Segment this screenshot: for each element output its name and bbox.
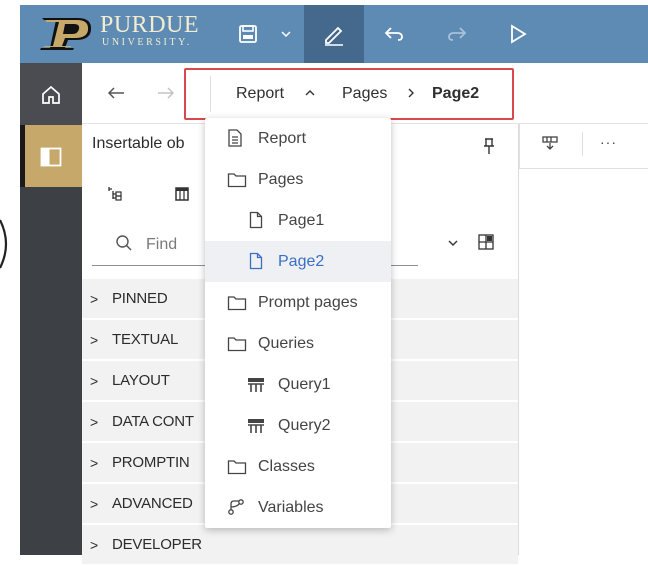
active-indicator: [20, 125, 25, 187]
search-input[interactable]: Find: [146, 236, 177, 254]
chevron-right-icon: >: [90, 414, 99, 430]
source-tree-icon[interactable]: [106, 185, 124, 203]
menu-item-page2[interactable]: Page2: [205, 241, 391, 282]
page-icon: [249, 211, 263, 229]
toolbox-icon[interactable]: [174, 186, 190, 202]
chevron-right-icon: >: [90, 373, 99, 389]
panel-title: Insertable ob: [92, 135, 185, 152]
menu-item-classes[interactable]: Classes: [205, 446, 391, 487]
back-arrow-icon[interactable]: [106, 85, 126, 101]
more-icon[interactable]: ···: [600, 134, 617, 150]
folder-icon: [227, 460, 247, 475]
chevron-right-icon: >: [90, 332, 99, 348]
logo-subtitle: UNIVERSITY.: [102, 37, 192, 48]
menu-item-query1[interactable]: Query1: [205, 364, 391, 405]
insert-column-icon[interactable]: [541, 135, 559, 151]
logo-wordmark: PURDUE: [100, 12, 200, 38]
query-icon: [248, 378, 264, 392]
folder-icon: [227, 337, 247, 352]
query-icon: [248, 419, 264, 433]
home-button[interactable]: [20, 63, 82, 125]
report-icon: [228, 129, 242, 147]
menu-item-query2[interactable]: Query2: [205, 405, 391, 446]
menu-item-variables[interactable]: Variables: [205, 487, 391, 528]
menu-item-prompt-pages[interactable]: Prompt pages: [205, 282, 391, 323]
folder-icon: [227, 296, 247, 311]
save-icon[interactable]: [234, 5, 262, 63]
view-grid-icon[interactable]: [477, 233, 495, 251]
page-icon: [249, 252, 263, 270]
chevron-down-icon[interactable]: [447, 238, 459, 248]
folder-icon: [227, 173, 247, 188]
breadcrumb-highlight-box: [184, 68, 514, 120]
chevron-right-icon: >: [90, 291, 99, 307]
variables-icon: [228, 499, 244, 515]
left-edge-mark: [0, 219, 8, 269]
panel-toggle-button[interactable]: [20, 125, 82, 187]
menu-item-page1[interactable]: Page1: [205, 200, 391, 241]
undo-icon[interactable]: [379, 5, 409, 63]
redo-icon[interactable]: [442, 5, 472, 63]
edit-pencil-icon[interactable]: [304, 5, 364, 63]
forward-arrow-icon[interactable]: [156, 85, 176, 101]
category-developer[interactable]: > DEVELOPER: [82, 525, 518, 565]
pin-icon[interactable]: [482, 137, 496, 155]
menu-item-queries[interactable]: Queries: [205, 323, 391, 364]
search-icon: [116, 235, 132, 251]
run-play-icon[interactable]: [503, 5, 533, 63]
side-panel-icon: [40, 147, 62, 167]
chevron-right-icon: >: [90, 496, 99, 512]
home-icon: [42, 85, 60, 104]
purdue-p-logo-icon: [40, 18, 92, 50]
chevron-down-icon[interactable]: [278, 5, 294, 63]
menu-item-report[interactable]: Report: [205, 118, 391, 159]
chevron-right-icon: >: [90, 455, 99, 471]
menu-item-pages[interactable]: Pages: [205, 159, 391, 200]
right-toolbar: ···: [519, 124, 648, 169]
chevron-right-icon: >: [90, 537, 99, 553]
